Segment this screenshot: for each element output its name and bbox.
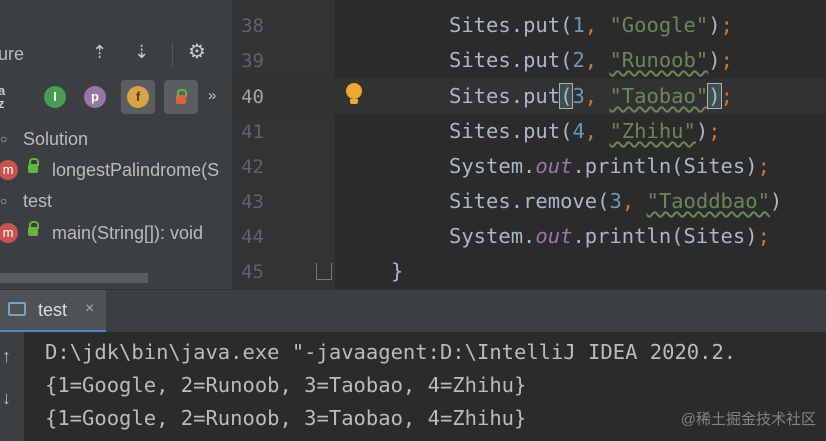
collapse-all-icon[interactable]: ⇣ [134, 42, 149, 62]
code-line-39: Sites.put(2, "Runoob"); [449, 48, 733, 72]
tree-item-solution[interactable]: ○ Solution [0, 124, 232, 154]
show-non-public-button[interactable] [164, 80, 198, 114]
line-number: 40 [241, 86, 264, 108]
structure-filter-toolbar: az I p f » [0, 78, 232, 118]
line-number: 39 [241, 50, 264, 72]
console-line: {1=Google, 2=Runoob, 3=Taobao, 4=Zhihu} [45, 406, 527, 430]
matched-paren: ( [559, 83, 574, 109]
code-line-43: Sites.remove(3, "Taoddbao") [449, 189, 783, 213]
tree-item-main[interactable]: m main(String[]): void [0, 218, 232, 248]
structure-toolbar: ure ⇡ ⇣ ⚙ [0, 34, 232, 74]
matched-paren: ) [707, 83, 722, 109]
line-number: 45 [241, 261, 264, 283]
line-number: 43 [241, 191, 264, 213]
tree-item-label: main(String[]): void [52, 223, 204, 243]
lightbulb-base [350, 99, 358, 104]
class-icon: ○ [0, 194, 8, 208]
code-line-38: Sites.put(1, "Google"); [449, 13, 733, 37]
toolbar-separator [172, 42, 173, 68]
tree-item-label: longestPalindrome(S [52, 160, 220, 180]
line-number: 42 [241, 156, 264, 178]
gear-icon[interactable]: ⚙ [188, 42, 206, 62]
code-line-44: System.out.println(Sites); [449, 224, 770, 248]
public-lock-icon [28, 158, 39, 173]
code-line-40: Sites.put(3, "Taobao"); [449, 83, 733, 109]
more-chevron-icon[interactable]: » [208, 86, 216, 106]
run-tool-window-tabbar: test × [0, 289, 826, 333]
public-lock-icon [28, 221, 39, 236]
close-icon[interactable]: × [85, 300, 94, 318]
show-inherited-icon[interactable]: I [44, 86, 66, 108]
show-properties-icon[interactable]: p [84, 86, 106, 108]
show-fields-icon: f [127, 86, 149, 108]
run-tab-label: test [38, 300, 68, 320]
line-number: 38 [241, 15, 264, 37]
expand-all-icon[interactable]: ⇡ [92, 42, 107, 62]
code-line-45: } [391, 259, 404, 283]
rerun-icon[interactable]: ↑ [2, 346, 11, 367]
structure-horizontal-scrollbar[interactable] [0, 273, 148, 283]
structure-title: ure [0, 44, 25, 64]
line-number: 44 [241, 226, 264, 248]
tree-item-longest-palindrome[interactable]: m longestPalindrome(S [0, 155, 232, 185]
tree-item-label: test [23, 191, 53, 211]
watermark: @稀土掘金技术社区 [680, 411, 816, 428]
code-line-42: System.out.println(Sites); [449, 154, 770, 178]
show-fields-button[interactable]: f [121, 80, 155, 114]
scroll-down-icon[interactable]: ↓ [2, 388, 11, 409]
lightbulb-icon[interactable] [346, 83, 362, 99]
console-line: {1=Google, 2=Runoob, 3=Taobao, 4=Zhihu} [45, 373, 527, 397]
tree-item-test[interactable]: ○ test [0, 186, 232, 216]
run-side-toolbar: ↑ ↓ [0, 332, 24, 441]
method-icon: m [0, 160, 18, 180]
code-line-41: Sites.put(4, "Zhihu"); [449, 119, 721, 143]
console-icon [8, 302, 26, 316]
class-icon: ○ [0, 132, 8, 146]
fold-icon[interactable] [316, 263, 332, 280]
method-icon: m [0, 223, 18, 243]
run-tab-test[interactable]: test × [0, 290, 106, 333]
show-non-public-icon [176, 89, 187, 104]
console-line: D:\jdk\bin\java.exe "-javaagent:D:\Intel… [45, 340, 737, 364]
line-number: 41 [241, 121, 264, 143]
structure-panel: ure ⇡ ⇣ ⚙ az I p f » ○ Solution m longes… [0, 0, 232, 289]
tree-item-label: Solution [23, 129, 89, 149]
sort-alpha-icon[interactable]: az [0, 84, 5, 110]
